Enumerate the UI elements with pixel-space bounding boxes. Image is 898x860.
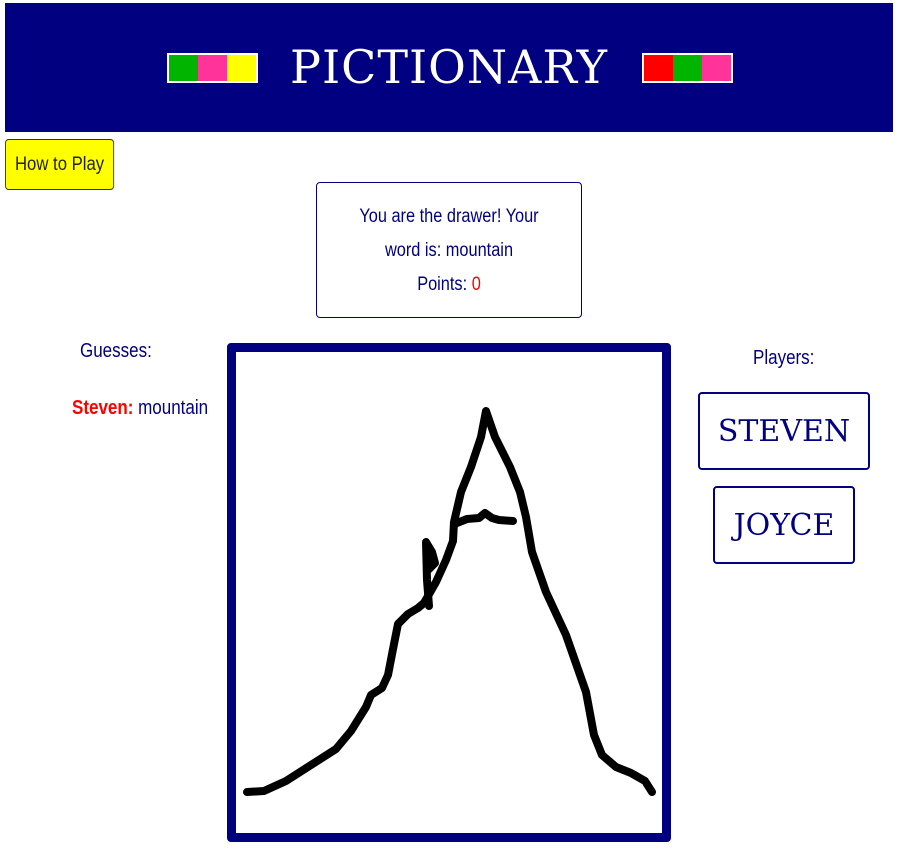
page-title: PICTIONARY (290, 40, 608, 94)
how-to-play-button[interactable]: How to Play (5, 139, 115, 190)
status-line-2: word is: mountain (384, 240, 514, 261)
player-card-joyce[interactable]: JOYCE (713, 486, 855, 564)
guess-item: Steven: mountain (72, 397, 208, 420)
drawing-stroke-ridge (453, 509, 517, 527)
drawing-stroke-main (243, 407, 656, 796)
players-heading: Players: (753, 347, 815, 369)
guess-text: mountain (138, 397, 209, 419)
points-label: Points: (417, 274, 468, 295)
points-value: 0 (471, 274, 481, 295)
guesses-heading: Guesses: (80, 340, 152, 362)
drawing-canvas[interactable] (227, 343, 671, 842)
drawing-stroke-flag (422, 538, 439, 610)
status-line-1: You are the drawer! Your (359, 206, 539, 227)
guess-player-name: Steven: (72, 397, 134, 419)
color-swatches-right (642, 53, 733, 83)
points-row: Points: 0 (350, 268, 548, 302)
status-panel: You are the drawer! Your word is: mounta… (316, 182, 582, 318)
swatch-red (644, 55, 673, 81)
swatch-pink (702, 55, 731, 81)
player-card-steven[interactable]: STEVEN (698, 392, 870, 470)
swatch-green (673, 55, 702, 81)
mountain-drawing (243, 407, 656, 796)
header-bar: PICTIONARY (5, 3, 893, 132)
